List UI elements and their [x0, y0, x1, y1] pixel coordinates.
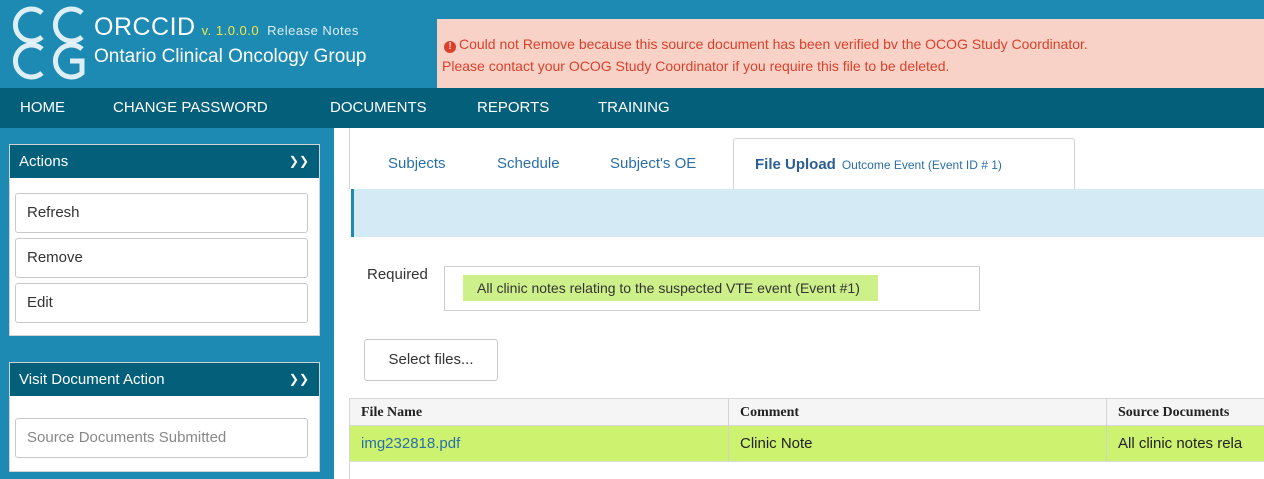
visit-document-panel-title: Visit Document Action [19, 371, 165, 388]
actions-panel-title: Actions [19, 153, 69, 170]
chevron-double-up-icon[interactable]: ❯❯ [289, 145, 309, 178]
tab-schedule[interactable]: Schedule [497, 138, 560, 188]
source-documents-cell: All clinic notes rela [1106, 426, 1264, 461]
nav-home[interactable]: HOME [20, 88, 65, 128]
tab-subjects-oe[interactable]: Subject's OE [610, 138, 696, 188]
sidebar: Actions ❯❯ Refresh Remove Edit Visit Doc… [0, 128, 334, 479]
comment-cell: Clinic Note [728, 426, 1106, 461]
tab-bar: Subjects Schedule Subject's OE File Uplo… [349, 128, 1264, 189]
ocog-logo-icon [12, 6, 85, 80]
visit-document-panel: Visit Document Action ❯❯ Source Document… [9, 362, 320, 472]
actions-panel: Actions ❯❯ Refresh Remove Edit [9, 144, 320, 336]
error-alert: ! Could not Remove because this source do… [437, 19, 1264, 88]
tab-subjects[interactable]: Subjects [388, 138, 446, 188]
org-name: Ontario Clinical Oncology Group [94, 46, 367, 67]
brand-block: ORCCID v. 1.0.0.0 Release Notes Ontario Cl… [94, 14, 366, 68]
alert-line-2: Please contact your OCOG Study Coordinat… [442, 58, 950, 74]
exclamation-circle-icon: ! [444, 41, 456, 53]
refresh-button[interactable]: Refresh [15, 193, 308, 233]
actions-panel-header[interactable]: Actions ❯❯ [10, 145, 319, 178]
main-content: Subjects Schedule Subject's OE File Uplo… [334, 128, 1264, 479]
edit-button[interactable]: Edit [15, 283, 308, 323]
select-files-button[interactable]: Select files... [364, 339, 498, 381]
column-header-source-documents[interactable]: Source Documents [1106, 399, 1264, 426]
alert-line-1: Could not Remove because this source doc… [459, 36, 1088, 52]
required-documents-box: All clinic notes relating to the suspect… [444, 266, 980, 311]
info-bar [351, 189, 1264, 237]
nav-training[interactable]: TRAINING [598, 88, 670, 128]
files-grid: File Name Comment Source Documents img23… [349, 398, 1264, 479]
column-header-comment[interactable]: Comment [728, 399, 1106, 426]
tab-file-upload-subtitle: Outcome Event (Event ID # 1) [841, 158, 1002, 172]
nav-documents[interactable]: DOCUMENTS [330, 88, 427, 128]
nav-change-password[interactable]: CHANGE PASSWORD [113, 88, 268, 128]
tab-file-upload[interactable]: File Upload Outcome Event (Event ID # 1) [733, 138, 1075, 189]
required-document-tag: All clinic notes relating to the suspect… [463, 275, 878, 301]
main-nav: HOME CHANGE PASSWORD DOCUMENTS REPORTS T… [0, 88, 1264, 128]
column-header-file-name[interactable]: File Name [350, 399, 728, 426]
required-label: Required [367, 266, 428, 283]
release-notes-link[interactable]: Release Notes [267, 23, 359, 38]
app-version: v. 1.0.0.0 [201, 23, 260, 38]
table-row[interactable]: img232818.pdf Clinic Note All clinic not… [350, 426, 1264, 462]
tab-file-upload-title: File Upload [755, 156, 836, 173]
file-name-link[interactable]: img232818.pdf [350, 426, 728, 461]
source-documents-submitted-button[interactable]: Source Documents Submitted [15, 418, 308, 458]
grid-header: File Name Comment Source Documents [350, 398, 1264, 426]
app-title: ORCCID [94, 13, 196, 41]
app-header: ORCCID v. 1.0.0.0 Release Notes Ontario Cl… [0, 0, 1264, 88]
chevron-double-up-icon[interactable]: ❯❯ [289, 363, 309, 396]
visit-document-panel-header[interactable]: Visit Document Action ❯❯ [10, 363, 319, 396]
remove-button[interactable]: Remove [15, 238, 308, 278]
nav-reports[interactable]: REPORTS [477, 88, 549, 128]
